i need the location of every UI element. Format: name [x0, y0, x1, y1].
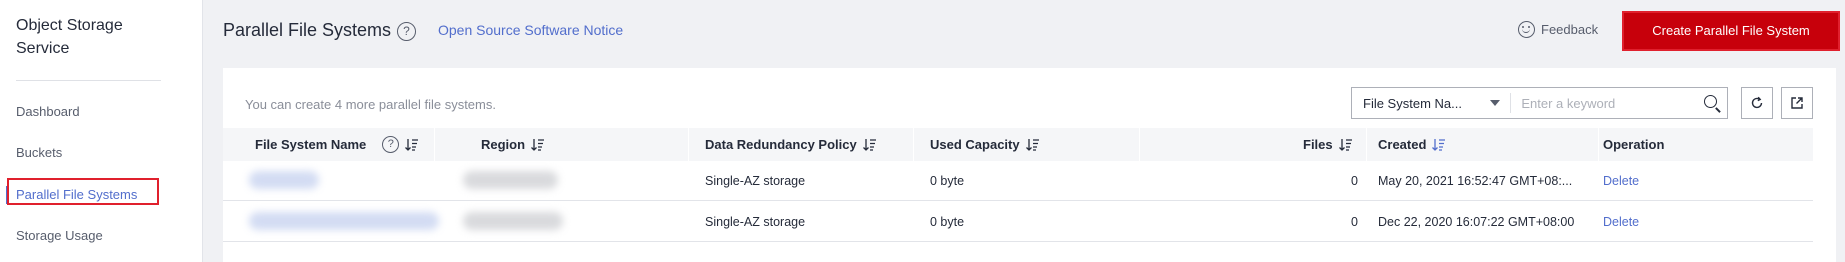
table-header: File System Name ? Region Data Redundanc…	[223, 128, 1813, 161]
column-separator	[688, 128, 689, 161]
column-header-operation: Operation	[1603, 128, 1664, 161]
created-cell: May 20, 2021 16:52:47 GMT+08:...	[1378, 174, 1573, 188]
redundancy-cell: Single-AZ storage	[705, 215, 806, 229]
used-capacity-cell: 0 byte	[930, 215, 965, 229]
feedback-button[interactable]: Feedback	[1518, 21, 1598, 38]
search-group: File System Na...	[1351, 87, 1728, 119]
used-capacity-cell: 0 byte	[930, 174, 965, 188]
page-title: Parallel File Systems	[223, 20, 392, 40]
feedback-label: Feedback	[1541, 22, 1599, 37]
column-header-region[interactable]: Region	[481, 128, 545, 161]
create-parallel-file-system-button[interactable]: Create Parallel File System	[1624, 13, 1838, 49]
column-separator	[1139, 128, 1140, 161]
file-system-name-redacted[interactable]	[249, 171, 319, 189]
column-label: Operation	[1603, 137, 1665, 152]
search-icon[interactable]	[1697, 88, 1727, 118]
column-separator	[434, 128, 435, 161]
sidebar: Object Storage Service Dashboard Buckets…	[0, 0, 203, 262]
sidebar-item-buckets[interactable]: Buckets	[0, 139, 203, 167]
column-label: Used Capacity	[930, 137, 1020, 152]
sidebar-title: Object Storage Service	[16, 17, 123, 57]
sidebar-item-dashboard[interactable]: Dashboard	[0, 98, 203, 126]
column-header-created[interactable]: Created	[1378, 128, 1446, 161]
region-redacted	[463, 171, 558, 189]
file-systems-card: You can create 4 more parallel file syst…	[223, 68, 1836, 262]
caret-down-icon	[1490, 100, 1501, 106]
search-filter-select[interactable]: File System Na...	[1352, 88, 1510, 118]
sort-icon[interactable]	[1338, 138, 1353, 151]
refresh-button[interactable]	[1741, 87, 1773, 119]
column-label: File System Name	[255, 137, 367, 152]
column-header-files[interactable]: Files	[1303, 128, 1353, 161]
sidebar-divider	[16, 80, 161, 81]
sidebar-item-storage-usage[interactable]: Storage Usage	[0, 222, 203, 250]
column-header-file-system-name[interactable]: File System Name ?	[255, 128, 419, 161]
quota-text: You can create 4 more parallel file syst…	[245, 97, 496, 112]
column-separator	[913, 128, 914, 161]
delete-link[interactable]: Delete	[1603, 161, 1639, 201]
column-label: Region	[481, 137, 526, 152]
sidebar-item-parallel-file-systems[interactable]: Parallel File Systems	[0, 181, 203, 209]
export-icon	[1791, 97, 1803, 109]
sort-icon[interactable]	[862, 138, 877, 151]
question-circle-icon[interactable]: ?	[382, 136, 400, 153]
column-separator	[1366, 128, 1367, 161]
column-label: Created	[1378, 137, 1427, 152]
open-source-notice-link[interactable]: Open Source Software Notice	[438, 22, 623, 38]
sort-active-icon[interactable]	[1432, 138, 1446, 151]
export-button[interactable]	[1781, 87, 1813, 119]
created-cell: Dec 22, 2020 16:07:22 GMT+08:00	[1378, 215, 1575, 229]
table-row: Single-AZ storage 0 byte 0 May 20, 2021 …	[223, 161, 1813, 201]
search-filter-value: File System Na...	[1363, 95, 1462, 111]
column-header-data-redundancy-policy[interactable]: Data Redundancy Policy	[705, 128, 877, 161]
search-input[interactable]	[1511, 88, 1698, 118]
column-label: Data Redundancy Policy	[705, 137, 857, 152]
smile-icon	[1518, 21, 1535, 38]
sort-icon[interactable]	[405, 138, 419, 151]
files-cell: 0	[1351, 215, 1358, 229]
sort-icon[interactable]	[531, 138, 545, 151]
delete-link[interactable]: Delete	[1603, 202, 1639, 242]
file-system-name-redacted[interactable]	[249, 212, 439, 230]
region-redacted	[463, 212, 563, 230]
files-cell: 0	[1351, 174, 1358, 188]
column-label: Files	[1303, 137, 1333, 152]
sort-icon[interactable]	[1025, 138, 1040, 151]
redundancy-cell: Single-AZ storage	[705, 174, 806, 188]
column-separator	[1598, 128, 1599, 161]
refresh-icon	[1751, 96, 1763, 109]
column-header-used-capacity[interactable]: Used Capacity	[930, 128, 1040, 161]
table-row: Single-AZ storage 0 byte 0 Dec 22, 2020 …	[223, 202, 1813, 242]
question-circle-icon[interactable]: ?	[397, 22, 416, 41]
